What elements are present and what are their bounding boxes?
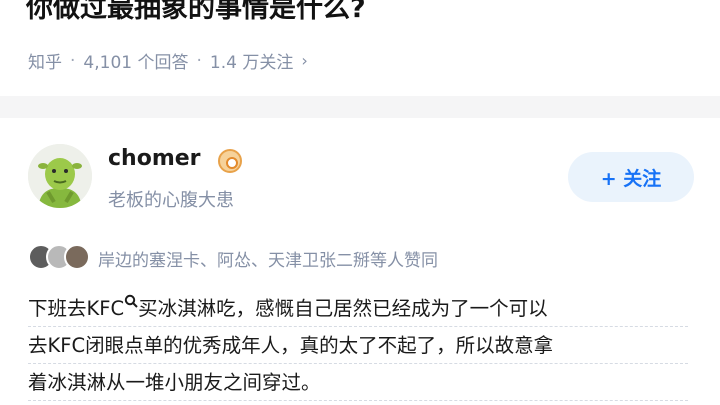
meta-separator: ·	[196, 50, 202, 71]
follow-button[interactable]: + 关注	[568, 152, 694, 202]
answer-line: 着冰淇淋从一堆小朋友之间穿过。	[28, 364, 688, 401]
answer-card: chomer 老板的心腹大患 + 关注 岸边的塞涅卡、阿怂、天津卫张二掰等人赞同…	[0, 118, 720, 405]
answer-text: 下班去KFC	[28, 297, 125, 320]
avatar[interactable]	[28, 144, 92, 208]
question-card: 你做过最抽象的事情是什么? 知乎 · 4,101 个回答 · 1.4 万关注 ›	[0, 0, 720, 96]
meta-separator: ·	[70, 50, 76, 71]
answer-body[interactable]: 下班去KFC 买冰淇淋吃，感慨自己居然已经成为了一个可以 去KFC闭眼点单的优秀成…	[28, 290, 688, 401]
answer-line: 下班去KFC 买冰淇淋吃，感慨自己居然已经成为了一个可以	[28, 290, 688, 327]
author-name[interactable]: chomer	[108, 146, 201, 171]
search-icon[interactable]	[124, 294, 138, 308]
source-label[interactable]: 知乎	[28, 48, 62, 73]
question-meta: 知乎 · 4,101 个回答 · 1.4 万关注 ›	[28, 48, 308, 74]
follower-count[interactable]: 1.4 万关注	[210, 48, 293, 73]
voter-avatars	[28, 244, 94, 272]
answer-text: 买冰淇淋吃，感慨自己居然已经成为了一个可以	[138, 297, 548, 320]
answer-count[interactable]: 4,101 个回答	[83, 48, 188, 73]
upvoters-row[interactable]: 岸边的塞涅卡、阿怂、天津卫张二掰等人赞同	[28, 244, 438, 272]
answer-text: 去KFC闭眼点单的优秀成年人，真的太了不起了，所以故意拿	[28, 334, 554, 357]
upvote-text: 岸边的塞涅卡、阿怂、天津卫张二掰等人赞同	[98, 250, 438, 271]
answer-line: 去KFC闭眼点单的优秀成年人，真的太了不起了，所以故意拿	[28, 327, 688, 364]
author-bio: 老板的心腹大患	[108, 190, 234, 211]
verified-badge-icon	[218, 149, 242, 173]
chevron-right-icon[interactable]: ›	[301, 51, 307, 70]
answer-text: 着冰淇淋从一堆小朋友之间穿过。	[28, 371, 321, 394]
avatar	[64, 244, 90, 270]
question-title[interactable]: 你做过最抽象的事情是什么?	[26, 0, 366, 25]
